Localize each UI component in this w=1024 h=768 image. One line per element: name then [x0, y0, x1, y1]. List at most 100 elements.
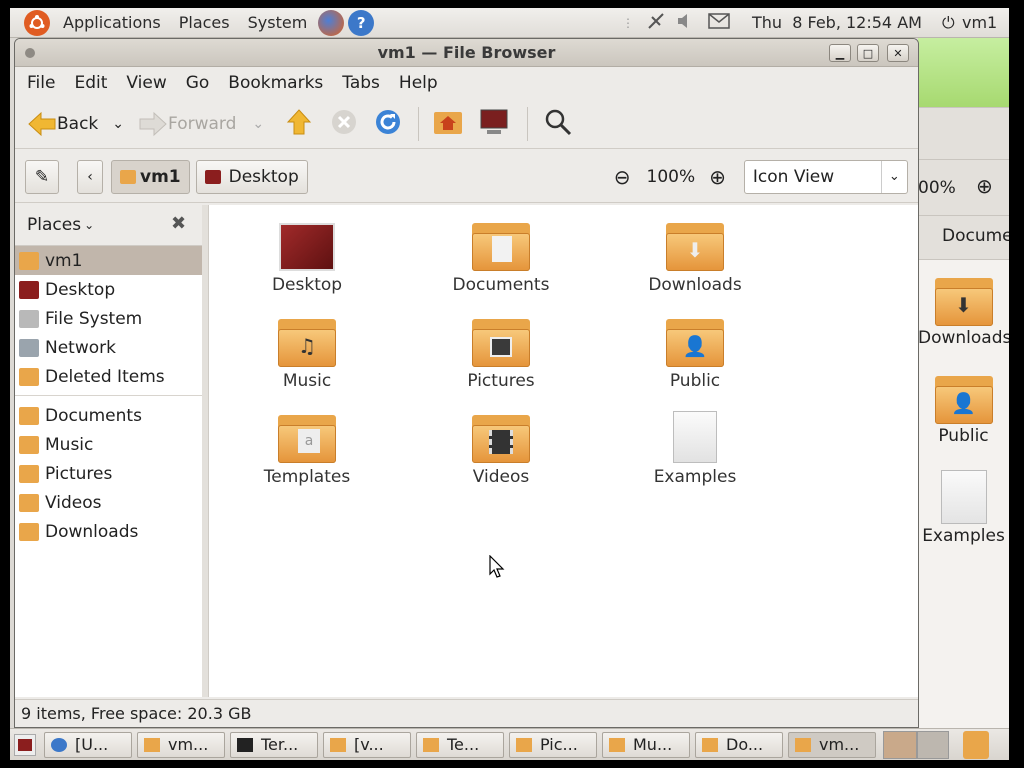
zoom-level[interactable]: 100% [647, 167, 696, 187]
menu-edit[interactable]: Edit [62, 73, 114, 93]
sidebar-item-label: Music [45, 434, 94, 455]
zoom-out-icon[interactable]: ⊖ [614, 165, 631, 189]
up-button[interactable] [286, 108, 312, 140]
taskbar-item[interactable]: [U... [44, 731, 132, 758]
bg-file-public[interactable]: 👤 Public [918, 376, 1009, 446]
sidebar-item-documents[interactable]: Documents [15, 401, 202, 430]
taskbar-item-active[interactable]: vm... [788, 731, 876, 758]
path-left-button[interactable]: ‹ [77, 159, 103, 194]
reload-icon [376, 109, 401, 134]
help-icon [51, 737, 67, 752]
trash-icon[interactable] [963, 730, 989, 759]
bg-zoom-in-icon[interactable]: ⊕ [976, 174, 993, 198]
zoom-in-icon[interactable]: ⊕ [709, 165, 726, 189]
bg-file-examples[interactable]: Examples [918, 470, 1009, 546]
network-icon[interactable] [646, 11, 666, 35]
close-button[interactable]: ✕ [887, 44, 909, 62]
folder-icon [516, 737, 532, 752]
menu-go[interactable]: Go [174, 73, 217, 93]
file-public[interactable]: 👤 Public [625, 319, 765, 391]
sidebar-item-pictures[interactable]: Pictures [15, 459, 202, 488]
maximize-button[interactable]: □ [857, 44, 879, 62]
stop-icon [332, 109, 357, 134]
network-icon [19, 338, 39, 357]
background-file-browser[interactable]: 00% ⊕ Docume ⬇ Downloads 👤 Public Exampl… [918, 38, 1009, 728]
forward-history-chevron-icon[interactable]: ⌄ [252, 116, 264, 132]
taskbar-item[interactable]: Ter... [230, 731, 318, 758]
back-history-chevron-icon[interactable]: ⌄ [112, 116, 124, 132]
sidebar-item-label: Videos [45, 492, 102, 513]
system-menu[interactable]: System [239, 13, 317, 32]
edit-location-button[interactable]: ✎ [25, 159, 59, 194]
sidebar-item-videos[interactable]: Videos [15, 488, 202, 517]
download-arrow-icon: ⬇ [955, 293, 972, 317]
file-music[interactable]: ♫ Music [237, 319, 377, 391]
search-button[interactable] [544, 108, 572, 140]
sidebar-item-file-system[interactable]: File System [15, 304, 202, 333]
clock[interactable]: Thu 8 Feb, 12:54 AM [752, 13, 922, 32]
show-desktop-button[interactable] [14, 733, 36, 756]
up-arrow-icon [286, 108, 312, 134]
ubuntu-logo-icon[interactable] [24, 9, 50, 36]
firefox-icon[interactable] [318, 9, 345, 36]
menu-bookmarks[interactable]: Bookmarks [216, 73, 330, 93]
close-sidebar-icon[interactable]: ✖ [171, 213, 186, 234]
window-titlebar[interactable]: vm1 — File Browser ▁ □ ✕ [15, 39, 918, 67]
user-name[interactable]: vm1 [962, 13, 997, 32]
menu-tabs[interactable]: Tabs [330, 73, 387, 93]
taskbar-item[interactable]: Pic... [509, 731, 597, 758]
sidebar-item-desktop[interactable]: Desktop [15, 275, 202, 304]
taskbar-item[interactable]: [v... [323, 731, 411, 758]
home-folder-icon [19, 251, 39, 270]
taskbar-item[interactable]: Mu... [602, 731, 690, 758]
forward-label: Forward [168, 113, 237, 134]
places-menu[interactable]: Places [170, 13, 239, 32]
sidebar-item-downloads[interactable]: Downloads [15, 517, 202, 546]
applications-menu[interactable]: Applications [54, 13, 170, 32]
window-menu-icon[interactable] [25, 48, 35, 58]
bg-crumb-label[interactable]: Docume [942, 226, 1009, 246]
forward-button[interactable]: Forward [134, 104, 240, 144]
back-button[interactable]: Back [23, 104, 102, 144]
volume-icon[interactable] [676, 13, 694, 33]
home-button[interactable] [433, 108, 463, 140]
file-desktop[interactable]: Desktop [237, 223, 377, 295]
file-templates[interactable]: a Templates [237, 415, 377, 487]
menu-help[interactable]: Help [387, 73, 445, 93]
file-examples[interactable]: Examples [625, 411, 765, 487]
document-icon [673, 411, 717, 463]
trash-icon [19, 367, 39, 386]
sidebar-item-network[interactable]: Network [15, 333, 202, 362]
sidebar-item-vm1[interactable]: vm1 [15, 246, 202, 275]
bg-file-downloads[interactable]: ⬇ Downloads [918, 278, 1009, 348]
sidebar-header[interactable]: Places ⌄ ✖ [15, 205, 202, 245]
file-downloads[interactable]: ⬇ Downloads [625, 223, 765, 295]
sidebar-item-music[interactable]: Music [15, 430, 202, 459]
file-documents[interactable]: Documents [431, 223, 571, 295]
taskbar-item[interactable]: Te... [416, 731, 504, 758]
file-videos[interactable]: Videos [431, 415, 571, 487]
help-icon[interactable]: ? [348, 9, 375, 36]
workspace-1[interactable] [883, 730, 917, 759]
crumb-label: Desktop [228, 166, 299, 187]
reload-button[interactable] [374, 108, 402, 140]
power-icon[interactable]: ⏻ [942, 13, 955, 33]
minimize-button[interactable]: ▁ [829, 44, 851, 62]
sidebar-item-label: Desktop [45, 279, 116, 300]
status-text: 9 items, Free space: 20.3 GB [21, 704, 252, 723]
sidebar-item-deleted-items[interactable]: Deleted Items [15, 362, 202, 391]
mail-icon[interactable] [708, 13, 730, 33]
computer-button[interactable] [479, 108, 509, 140]
taskbar-item[interactable]: Do... [695, 731, 783, 758]
crumb-desktop[interactable]: Desktop [195, 159, 308, 194]
toolbar-separator [527, 106, 529, 141]
menu-view[interactable]: View [114, 73, 173, 93]
bg-file-label: Public [938, 426, 989, 446]
crumb-vm1[interactable]: vm1 [111, 159, 190, 194]
menu-file[interactable]: File [15, 73, 62, 93]
file-pictures[interactable]: Pictures [431, 319, 571, 391]
workspace-2[interactable] [917, 730, 949, 759]
view-mode-select[interactable]: Icon View ⌄ [743, 159, 908, 194]
stop-button[interactable] [330, 108, 358, 140]
taskbar-item[interactable]: vm... [137, 731, 225, 758]
